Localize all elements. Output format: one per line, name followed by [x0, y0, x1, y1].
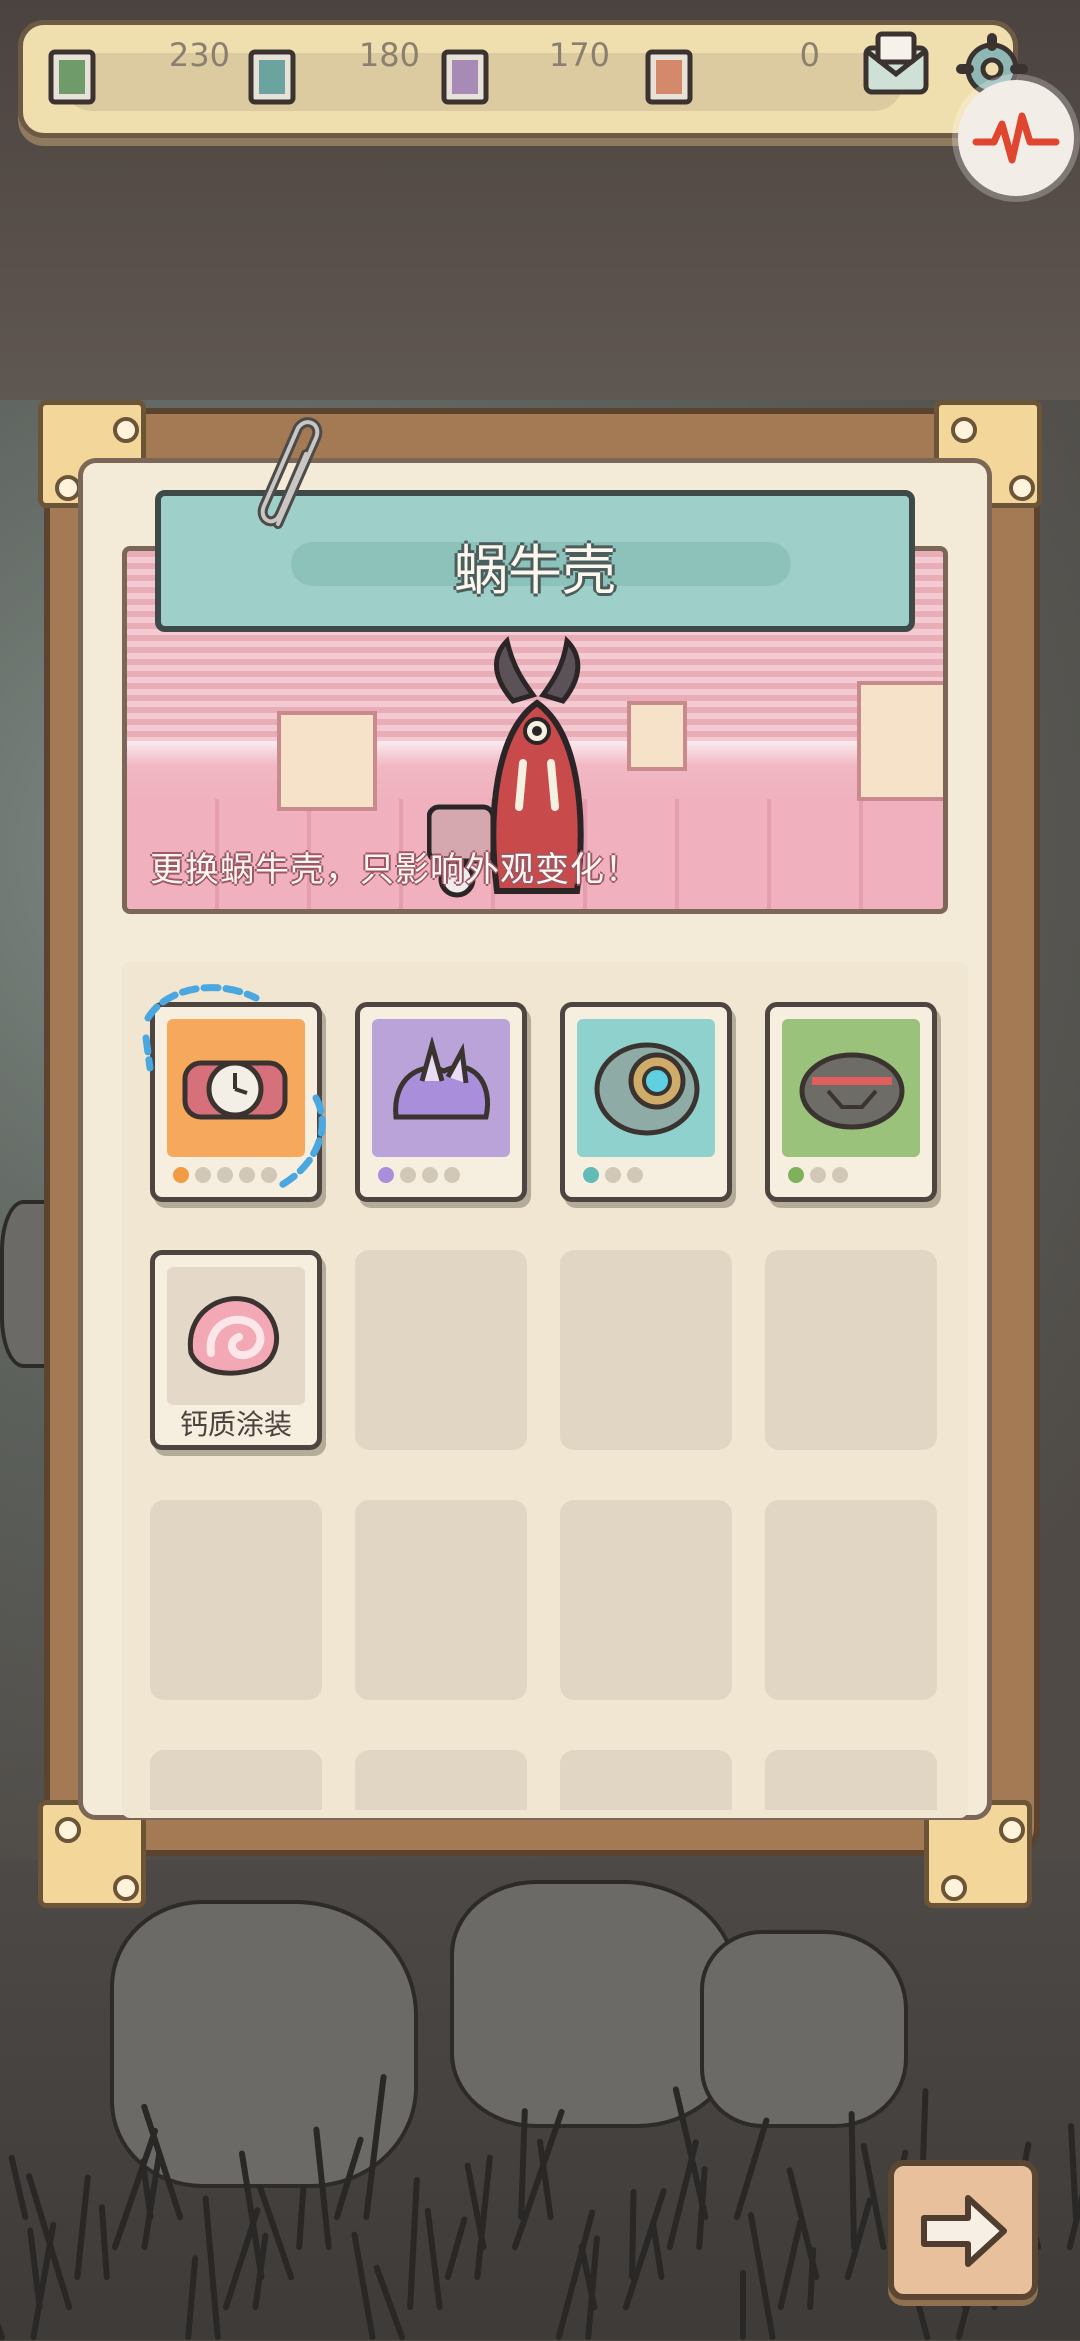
empty-slot	[355, 1500, 527, 1700]
level-dots	[583, 1167, 643, 1185]
wall-painting	[277, 711, 377, 811]
empty-slot	[355, 1750, 527, 1810]
level-dots	[378, 1167, 460, 1185]
mail-icon[interactable]	[860, 30, 932, 100]
rock-decor	[700, 1930, 908, 2128]
currency-value: 180	[358, 36, 420, 74]
shell-card-calcium[interactable]: 钙质涂装	[150, 1250, 322, 1450]
currency-value: 170	[548, 36, 610, 74]
turtle-shell-icon	[799, 1052, 905, 1130]
paperclip-icon	[257, 417, 323, 529]
ticket-icon	[645, 49, 693, 105]
next-button[interactable]	[888, 2160, 1038, 2300]
calcium-shell-icon	[187, 1296, 280, 1376]
shell-card-crystal[interactable]	[355, 1002, 527, 1202]
ticket-icon	[248, 49, 296, 105]
empty-slot	[150, 1750, 322, 1810]
empty-slot	[150, 1500, 322, 1700]
crystal-shell-icon	[393, 1037, 490, 1120]
ticket-icon	[48, 49, 96, 105]
armor-shell-icon	[594, 1042, 700, 1136]
empty-slot	[765, 1250, 937, 1450]
wall-painting	[857, 681, 943, 801]
empty-slot	[560, 1250, 732, 1450]
ticket-icon	[441, 49, 489, 105]
arrow-right-icon	[921, 2195, 1007, 2267]
empty-slot	[355, 1250, 527, 1450]
preview-description: 更换蜗牛壳，只影响外观变化！	[150, 850, 640, 890]
level-dots	[788, 1167, 848, 1185]
shell-card-armor[interactable]	[560, 1002, 732, 1202]
rock-decor	[450, 1880, 738, 2128]
heartbeat-icon	[972, 112, 1060, 164]
currency-value: 0	[799, 36, 820, 74]
heartbeat-button[interactable]	[958, 80, 1074, 196]
empty-slot	[560, 1500, 732, 1700]
shell-card-turtle[interactable]	[765, 1002, 937, 1202]
empty-slot	[765, 1500, 937, 1700]
currency-value: 230	[168, 36, 230, 74]
empty-slot	[765, 1750, 937, 1810]
selected-spark-icon	[142, 984, 326, 1192]
grass-blade	[740, 2270, 746, 2340]
empty-slot	[560, 1750, 732, 1810]
shell-name: 钙质涂装	[179, 1408, 292, 1441]
